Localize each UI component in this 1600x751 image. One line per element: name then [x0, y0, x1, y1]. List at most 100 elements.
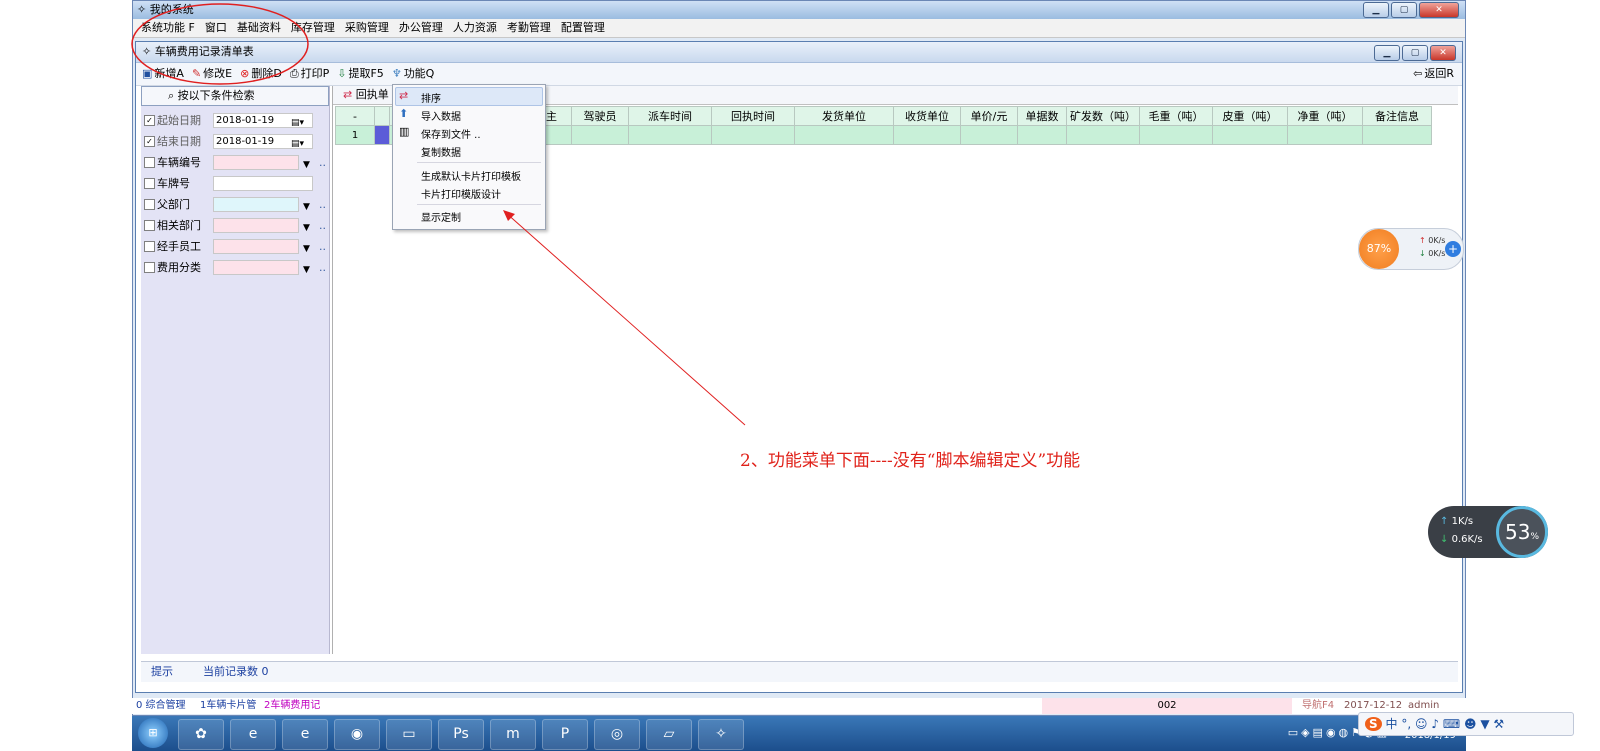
fee-category-checkbox[interactable]: [144, 262, 155, 273]
more-icon[interactable]: ..: [319, 194, 326, 215]
menu-purchase[interactable]: 采购管理: [340, 19, 394, 37]
more-icon[interactable]: ..: [319, 215, 326, 236]
ime-punct-icon[interactable]: °,: [1401, 717, 1411, 731]
col-header[interactable]: 派车时间: [628, 106, 712, 126]
table-cell[interactable]: [794, 125, 894, 145]
table-cell[interactable]: [1066, 125, 1140, 145]
start-date-checkbox[interactable]: ✓: [144, 115, 155, 126]
table-cell[interactable]: [893, 125, 961, 145]
maximize-button[interactable]: ▢: [1391, 2, 1417, 18]
ie-icon[interactable]: e: [230, 719, 276, 750]
table-cell[interactable]: [571, 125, 629, 145]
col-header[interactable]: 备注信息: [1362, 106, 1432, 126]
browser-icon[interactable]: ◉: [334, 719, 380, 750]
table-cell[interactable]: [1212, 125, 1288, 145]
plus-icon[interactable]: +: [1445, 241, 1461, 257]
more-icon[interactable]: ..: [319, 236, 326, 257]
related-dept-checkbox[interactable]: [144, 220, 155, 231]
col-header[interactable]: 回执时间: [711, 106, 795, 126]
menu-attendance[interactable]: 考勤管理: [502, 19, 556, 37]
inner-close-button[interactable]: ✕: [1430, 45, 1456, 61]
wechat-icon[interactable]: ◎: [594, 719, 640, 750]
col-header[interactable]: 单价/元: [960, 106, 1018, 126]
table-cell[interactable]: [374, 125, 390, 145]
photoshop-icon[interactable]: Ps: [438, 719, 484, 750]
menu-item-copy[interactable]: 复制数据: [421, 144, 461, 159]
col-header[interactable]: 净重（吨）: [1287, 106, 1363, 126]
wps-icon[interactable]: P: [542, 719, 588, 750]
table-cell[interactable]: [1362, 125, 1432, 145]
keyboard-icon[interactable]: ⌨: [1443, 717, 1460, 731]
tab-general[interactable]: 0 综合管理: [136, 698, 186, 714]
col-header[interactable]: [374, 106, 390, 126]
filter-search-button[interactable]: ⌕ 按以下条件检索: [141, 86, 329, 106]
edit-button[interactable]: ✎ 修改E: [192, 63, 232, 85]
vehicle-no-checkbox[interactable]: [144, 157, 155, 168]
table-cell[interactable]: [1017, 125, 1067, 145]
menu-item-import[interactable]: 导入数据: [421, 108, 461, 123]
wrench-icon[interactable]: ⚒: [1493, 717, 1504, 731]
function-button[interactable]: ♆ 功能Q: [392, 63, 435, 85]
menu-inventory[interactable]: 库存管理: [286, 19, 340, 37]
col-header[interactable]: 驾驶员: [571, 106, 629, 126]
table-cell[interactable]: [1287, 125, 1363, 145]
more-icon[interactable]: ..: [319, 257, 326, 278]
user-icon[interactable]: ☻: [1464, 717, 1477, 731]
menu-config[interactable]: 配置管理: [556, 19, 610, 37]
table-cell[interactable]: [960, 125, 1018, 145]
menu-window[interactable]: 窗口: [200, 19, 232, 37]
inner-minimize-button[interactable]: ▁: [1374, 45, 1400, 61]
plate-no-input[interactable]: [213, 176, 313, 191]
table-cell[interactable]: [711, 125, 795, 145]
col-header[interactable]: 单据数: [1017, 106, 1067, 126]
minimize-button[interactable]: ▁: [1363, 2, 1389, 18]
ime-toolbar[interactable]: S 中 °, ☺ ♪ ⌨ ☻ ▼ ⚒: [1358, 712, 1574, 736]
table-cell[interactable]: [1139, 125, 1213, 145]
print-button[interactable]: ⎙ 打印P: [290, 63, 329, 85]
menu-item-gen-card-template[interactable]: 生成默认卡片打印模板: [421, 168, 521, 183]
handler-select[interactable]: [213, 239, 299, 254]
close-button[interactable]: ✕: [1419, 2, 1459, 18]
tab-vehicle-card[interactable]: 1车辆卡片管: [200, 698, 256, 714]
end-date-checkbox[interactable]: ✓: [144, 136, 155, 147]
inner-maximize-button[interactable]: ▢: [1402, 45, 1428, 61]
menu-item-sort[interactable]: 排序: [421, 90, 441, 105]
more-icon[interactable]: ..: [319, 152, 326, 173]
tab-vehicle-fee[interactable]: 2车辆费用记: [264, 698, 320, 714]
back-button[interactable]: ⇦ 返回R: [1413, 63, 1454, 85]
vehicle-no-select[interactable]: [213, 155, 299, 170]
chevron-down-icon[interactable]: ▼: [303, 260, 310, 281]
app-icon-system[interactable]: ✧: [698, 719, 744, 750]
menu-hr[interactable]: 人力资源: [448, 19, 502, 37]
ime-language[interactable]: 中: [1385, 717, 1397, 731]
maxthon-icon[interactable]: m: [490, 719, 536, 750]
col-header[interactable]: 矿发数（吨）: [1066, 106, 1140, 126]
mic-icon[interactable]: ♪: [1431, 717, 1439, 731]
col-header[interactable]: 毛重（吨）: [1139, 106, 1213, 126]
start-button[interactable]: ⊞: [138, 718, 168, 748]
emoji-icon[interactable]: ☺: [1415, 717, 1428, 731]
menu-base-data[interactable]: 基础资料: [232, 19, 286, 37]
network-widget[interactable]: ↑ 1K/s ↓ 0.6K/s 53%: [1428, 506, 1548, 558]
col-header[interactable]: 收货单位: [893, 106, 961, 126]
plate-no-checkbox[interactable]: [144, 178, 155, 189]
menu-item-save-file[interactable]: 保存到文件 ..: [421, 126, 481, 141]
nav-shortcut[interactable]: 导航F4: [1302, 698, 1334, 714]
col-header[interactable]: 发货单位: [794, 106, 894, 126]
notepad-icon[interactable]: ▱: [646, 719, 692, 750]
table-cell[interactable]: [628, 125, 712, 145]
menu-item-card-template-design[interactable]: 卡片打印模版设计: [421, 186, 501, 201]
parent-dept-select[interactable]: [213, 197, 299, 212]
menu-system[interactable]: 系统功能 F: [136, 19, 200, 37]
sogou-icon[interactable]: S: [1365, 717, 1382, 731]
skin-icon[interactable]: ▼: [1480, 717, 1489, 731]
menu-item-display-custom[interactable]: 显示定制: [421, 209, 461, 224]
menu-office[interactable]: 办公管理: [394, 19, 448, 37]
col-header[interactable]: -: [335, 106, 375, 126]
folder-icon[interactable]: ▭: [386, 719, 432, 750]
ie-icon[interactable]: e: [282, 719, 328, 750]
cpu-widget[interactable]: 87% ↑ 0K/s ↓ 0K/s +: [1358, 228, 1464, 270]
col-header[interactable]: 皮重（吨）: [1212, 106, 1288, 126]
new-button[interactable]: ▣ 新增A: [142, 63, 184, 85]
delete-button[interactable]: ⊗ 删除D: [240, 63, 282, 85]
